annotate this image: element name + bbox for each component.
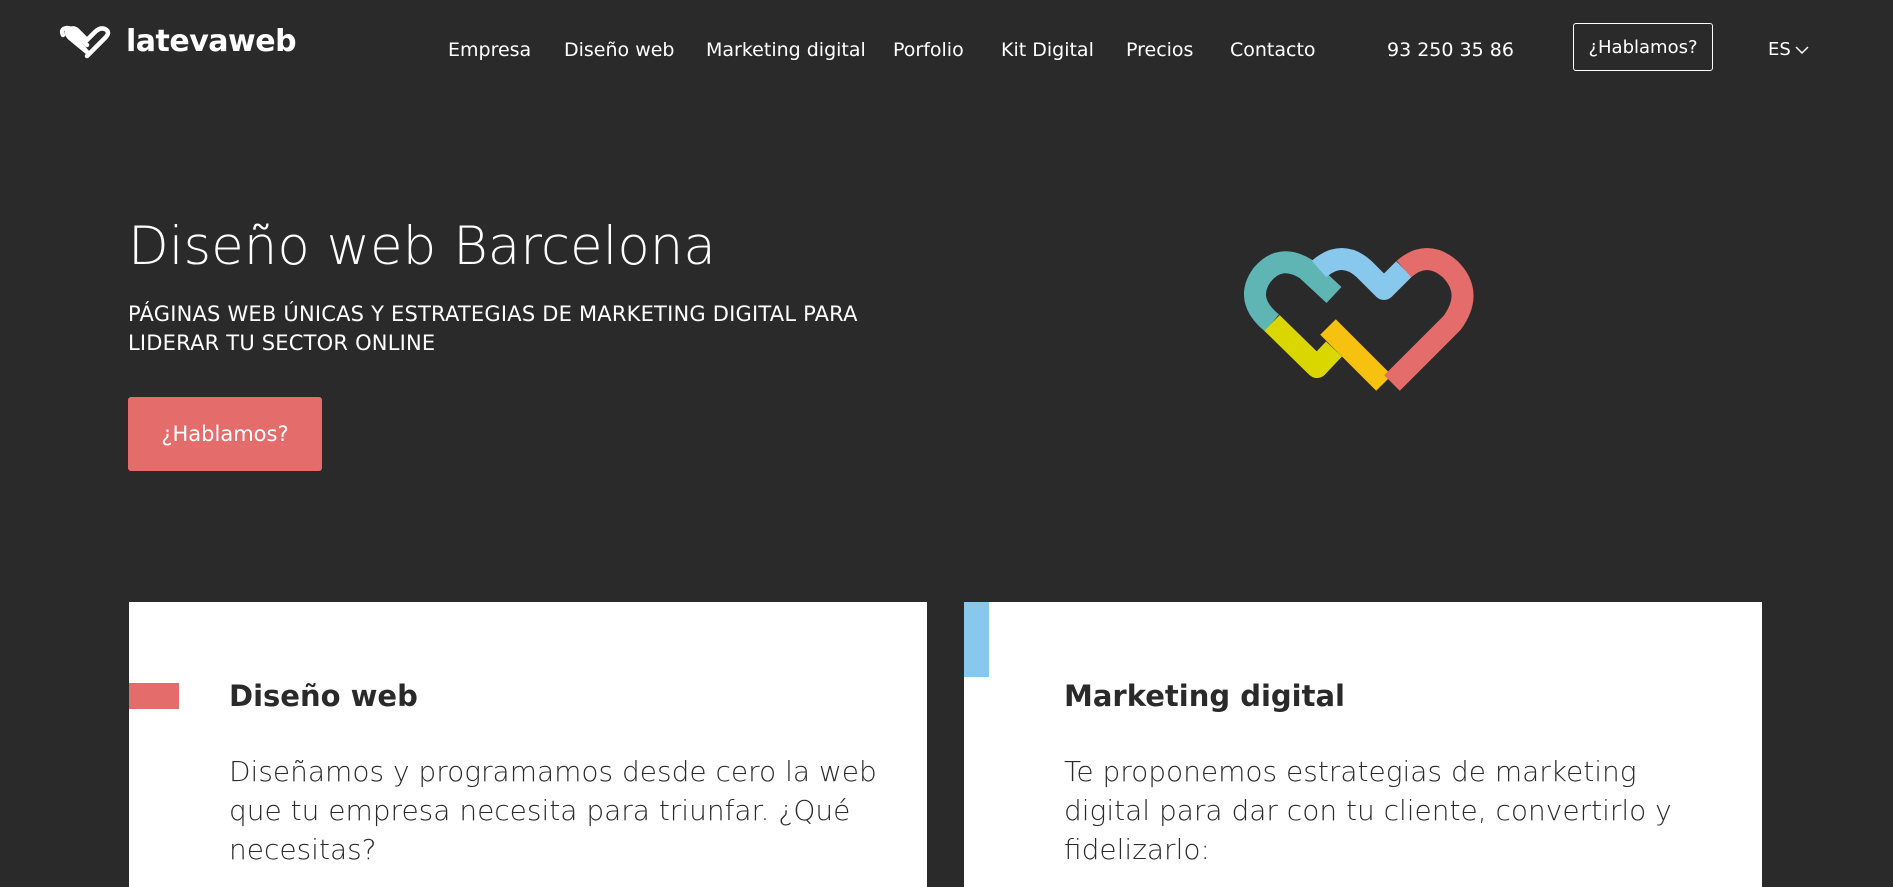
nav-item-marketing-digital[interactable]: Marketing digital: [706, 38, 866, 62]
hero-subtitle: PÁGINAS WEB ÚNICAS Y ESTRATEGIAS DE MARK…: [128, 302, 858, 355]
card-title: Diseño web: [229, 679, 418, 713]
language-selector[interactable]: ES: [1768, 38, 1809, 62]
logo-text: latevaweb: [126, 24, 297, 59]
nav-item-contacto[interactable]: Contacto: [1230, 38, 1316, 62]
nav-item-diseno-web[interactable]: Diseño web: [564, 38, 675, 62]
nav-item-precios[interactable]: Precios: [1126, 38, 1193, 62]
hero-hablamos-button[interactable]: ¿Hablamos?: [128, 397, 322, 471]
chevron-down-icon: [1795, 45, 1809, 55]
header-hablamos-button[interactable]: ¿Hablamos?: [1573, 23, 1713, 71]
language-label: ES: [1768, 39, 1791, 60]
card-description: Te proponemos estrategias de marketing d…: [1064, 755, 1672, 866]
card-description: Diseñamos y programamos desde cero la we…: [229, 755, 877, 866]
heart-logo-icon: [58, 25, 116, 59]
card-accent-bar: [964, 602, 989, 677]
site-logo[interactable]: latevaweb: [58, 24, 297, 59]
phone-number[interactable]: 93 250 35 86: [1387, 38, 1514, 62]
nav-item-porfolio[interactable]: Porfolio: [893, 38, 964, 62]
card-title: Marketing digital: [1064, 679, 1345, 713]
nav-item-kit-digital[interactable]: Kit Digital: [1001, 38, 1094, 62]
nav-item-empresa[interactable]: Empresa: [448, 38, 531, 62]
card-accent-bar: [129, 683, 179, 709]
double-heart-logo-icon: [1222, 245, 1502, 410]
page-title: Diseño web Barcelona: [128, 216, 716, 277]
site-header: latevaweb Empresa Diseño web Marketing d…: [0, 0, 1893, 100]
service-card-marketing-digital: Marketing digital Te proponemos estrateg…: [964, 602, 1762, 887]
service-card-diseno-web: Diseño web Diseñamos y programamos desde…: [129, 602, 927, 887]
